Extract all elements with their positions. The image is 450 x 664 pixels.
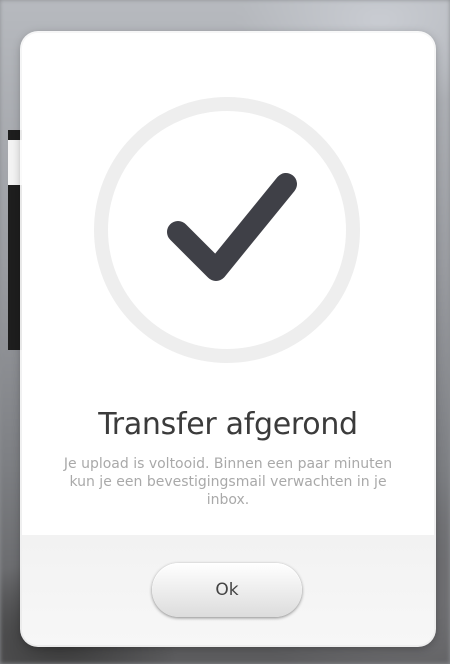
ok-button[interactable]: Ok <box>152 563 302 617</box>
transfer-complete-dialog: Transfer afgerond Je upload is voltooid.… <box>22 33 434 645</box>
checkmark-icon <box>167 173 297 281</box>
dialog-title: Transfer afgerond <box>98 407 358 442</box>
dialog-content: Transfer afgerond Je upload is voltooid.… <box>22 33 434 536</box>
success-circle <box>94 97 360 363</box>
dialog-message: Je upload is voltooid. Binnen een paar m… <box>63 456 393 508</box>
